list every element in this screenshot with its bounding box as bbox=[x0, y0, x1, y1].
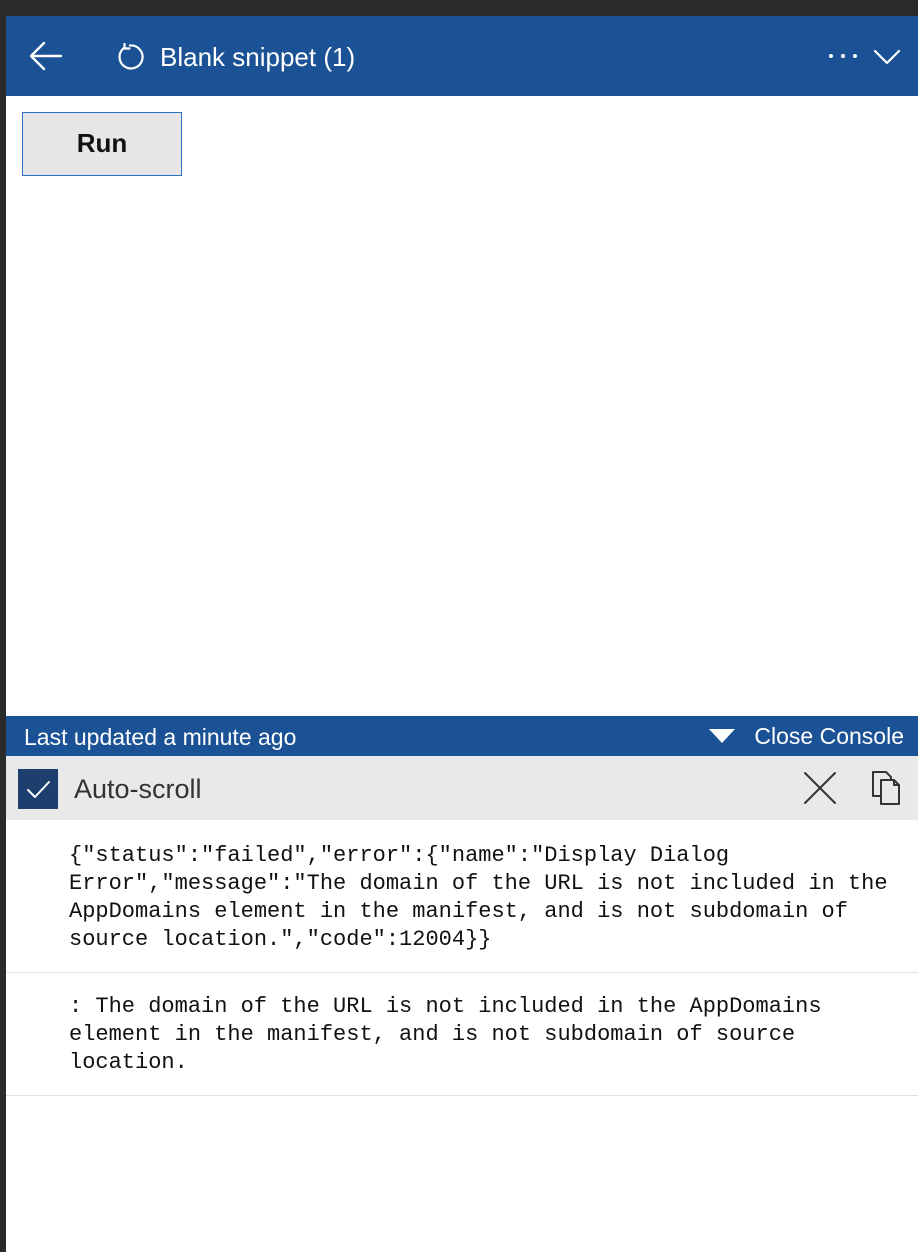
checkmark-icon bbox=[27, 781, 50, 798]
log-entry: {"status":"failed","error":{"name":"Disp… bbox=[6, 820, 918, 973]
chevron-down-icon bbox=[873, 49, 901, 65]
close-icon bbox=[804, 772, 836, 804]
close-console-button[interactable]: Close Console bbox=[708, 716, 904, 756]
app-window: Blank snippet (1) Run Last updated a min… bbox=[6, 16, 918, 1252]
back-arrow-icon bbox=[29, 41, 63, 71]
more-icon bbox=[829, 54, 857, 58]
console-status-bar: Last updated a minute ago Close Console bbox=[6, 716, 918, 756]
console-log: {"status":"failed","error":{"name":"Disp… bbox=[6, 820, 918, 1096]
copy-icon bbox=[872, 771, 900, 805]
close-console-label: Close Console bbox=[754, 723, 904, 749]
console-toolbar: Auto-scroll bbox=[6, 756, 918, 820]
header-bar: Blank snippet (1) bbox=[6, 16, 918, 96]
last-updated-text: Last updated a minute ago bbox=[24, 724, 297, 750]
autoscroll-label: Auto-scroll bbox=[74, 774, 202, 804]
expand-menu-button[interactable] bbox=[872, 42, 902, 70]
copy-console-button[interactable] bbox=[870, 770, 902, 806]
snippet-title: Blank snippet (1) bbox=[160, 42, 356, 72]
autoscroll-checkbox[interactable] bbox=[18, 769, 58, 809]
log-entry: : The domain of the URL is not included … bbox=[6, 973, 918, 1096]
caret-down-icon bbox=[709, 729, 736, 743]
clear-console-button[interactable] bbox=[802, 770, 838, 806]
back-button[interactable] bbox=[28, 38, 64, 74]
more-options-button[interactable] bbox=[826, 44, 860, 68]
refresh-icon bbox=[118, 43, 144, 70]
run-button[interactable]: Run bbox=[22, 112, 182, 176]
